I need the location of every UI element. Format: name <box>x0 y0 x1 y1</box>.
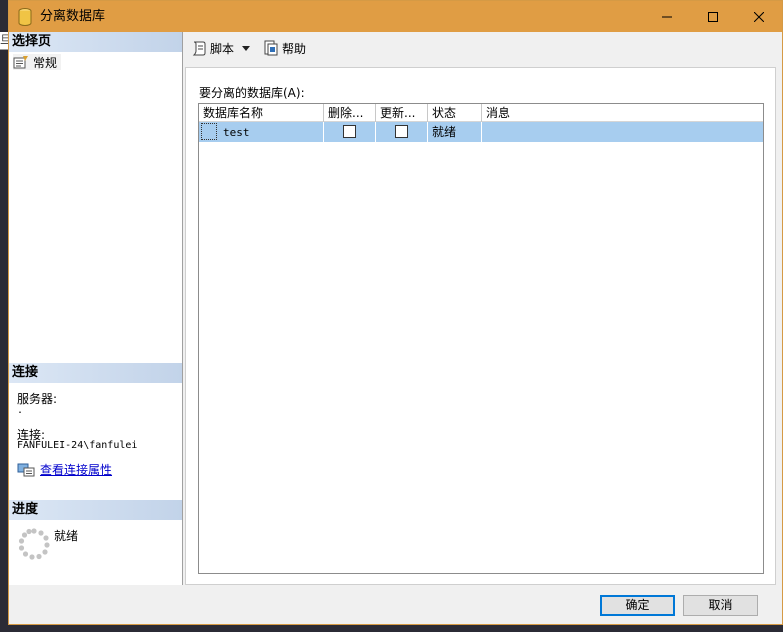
maximize-icon <box>708 11 718 22</box>
status-cell: 就绪 <box>428 122 482 142</box>
database-name-cell[interactable]: test <box>199 122 324 142</box>
progress-status: 就绪 <box>54 529 79 543</box>
select-page-header: 选择页 <box>9 32 182 52</box>
title-bar[interactable]: 分离数据库 <box>9 1 782 32</box>
update-statistics-cell <box>376 122 428 142</box>
general-page-icon <box>13 56 28 69</box>
ok-button[interactable]: 确定 <box>600 595 675 616</box>
view-connection-properties-label: 查看连接属性 <box>40 463 113 477</box>
close-button[interactable] <box>736 1 782 32</box>
server-value: . <box>17 405 24 416</box>
status-value: 就绪 <box>432 125 457 139</box>
database-name-value: test <box>223 126 250 139</box>
left-pane: 选择页 常规 连接 服务器: . 连接: FANFULEI-24\fanfule… <box>9 32 183 585</box>
grid-header: 数据库名称 删除... 更新... 状态 消息 <box>199 104 763 122</box>
maximize-button[interactable] <box>690 1 736 32</box>
row-focus-indicator <box>201 123 217 140</box>
update-statistics-checkbox[interactable] <box>394 125 408 138</box>
help-label: 帮助 <box>282 41 307 56</box>
general-page-content: 要分离的数据库(A): 数据库名称 删除... 更新... 状态 消息 test <box>185 67 776 585</box>
detach-database-dialog: 分离数据库 选择页 常规 连接 服务器: . 连接: FANFULEI-24\f… <box>8 0 783 625</box>
script-label: 脚本 <box>210 41 235 56</box>
column-header-drop-connections[interactable]: 删除... <box>324 104 376 122</box>
table-row[interactable]: test 就绪 <box>199 122 763 142</box>
help-icon <box>264 40 278 56</box>
close-icon <box>754 11 764 22</box>
cancel-button[interactable]: 取消 <box>683 595 758 616</box>
column-header-update-statistics[interactable]: 更新... <box>376 104 428 122</box>
script-button[interactable]: 脚本 <box>191 40 253 57</box>
help-button[interactable]: 帮助 <box>263 40 306 57</box>
drop-connections-cell <box>324 122 376 142</box>
column-header-database-name[interactable]: 数据库名称 <box>199 104 324 122</box>
databases-to-detach-label: 要分离的数据库(A): <box>199 86 305 100</box>
databases-grid[interactable]: 数据库名称 删除... 更新... 状态 消息 test 就绪 <box>198 103 764 574</box>
page-item-label: 常规 <box>33 55 58 70</box>
progress-spinner-icon <box>18 528 50 560</box>
column-header-status[interactable]: 状态 <box>428 104 482 122</box>
script-icon <box>192 41 206 56</box>
minimize-icon <box>662 16 672 17</box>
message-cell <box>482 122 763 142</box>
view-connection-properties-link[interactable]: 查看连接属性 <box>17 461 112 478</box>
drop-connections-checkbox[interactable] <box>342 125 356 138</box>
dropdown-arrow-icon[interactable] <box>242 45 251 51</box>
column-header-message[interactable]: 消息 <box>482 104 763 122</box>
window-title: 分离数据库 <box>40 9 106 24</box>
progress-header: 进度 <box>9 500 182 520</box>
minimize-button[interactable] <box>644 1 690 32</box>
database-icon <box>18 7 32 26</box>
connection-header: 连接 <box>9 363 182 383</box>
page-item-general[interactable]: 常规 <box>13 54 62 70</box>
connection-properties-icon <box>17 463 35 476</box>
connection-value: FANFULEI-24\fanfulei <box>17 440 138 451</box>
toolbar: 脚本 帮助 <box>183 32 783 64</box>
